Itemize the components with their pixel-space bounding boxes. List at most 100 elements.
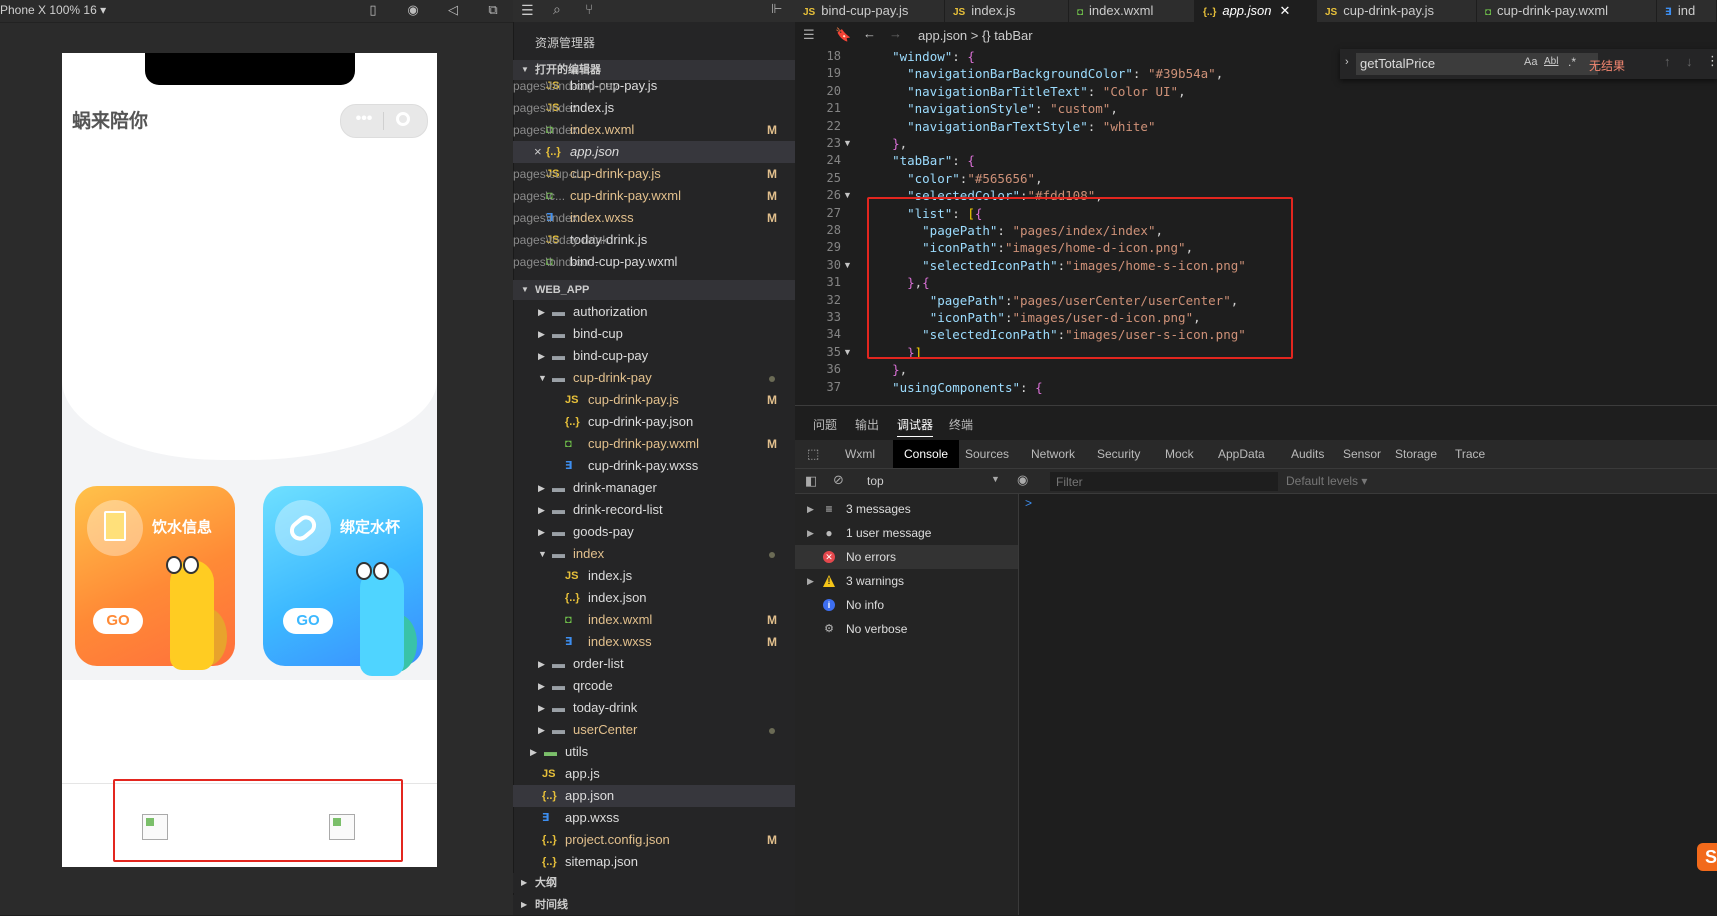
console-filter-row[interactable]: ✕ No errors [795, 545, 1018, 569]
timeline-section[interactable]: ▶ 时间线 [513, 895, 795, 915]
devtools-tab[interactable]: Mock [1165, 447, 1194, 461]
console-filter-row[interactable]: ▶ ≡ 3 messages [795, 497, 1018, 521]
record-icon[interactable]: ◉ [405, 2, 421, 18]
editor-tab[interactable]: JS cup-drink-pay.js [1317, 0, 1477, 22]
chevron-right-icon[interactable]: ▶ [538, 697, 545, 719]
editor-tab[interactable]: ∃ ind [1657, 0, 1717, 22]
close-icon[interactable]: × [534, 141, 542, 163]
fold-chevron-icon[interactable]: ▼ [843, 186, 852, 205]
previous-match-icon[interactable]: ↑ [1664, 54, 1671, 69]
folder-item[interactable]: ▶ ▬ bind-cup [513, 323, 795, 345]
file-item[interactable]: ◘ cup-drink-pay.wxml M [513, 433, 795, 455]
devtools-tab[interactable]: Wxml [845, 447, 875, 461]
sidebar-toggle-icon[interactable]: ◧ [805, 473, 817, 489]
folder-item[interactable]: ▶ ▬ order-list [513, 653, 795, 675]
open-editor-item[interactable]: × {..} app.json [513, 141, 795, 163]
chevron-right-icon[interactable]: ▶ [538, 345, 545, 367]
match-case-icon[interactable]: Aa [1524, 56, 1537, 68]
folder-item[interactable]: ▶ ▬ authorization [513, 301, 795, 323]
window-icon[interactable]: ⧉ [485, 2, 501, 18]
chevron-down-icon[interactable]: ▼ [538, 367, 547, 389]
project-section[interactable]: ▼ WEB_APP [513, 280, 795, 300]
fold-chevron-icon[interactable]: ▼ [843, 134, 852, 153]
console-filter-row[interactable]: i No info [795, 593, 1018, 617]
drink-go-button[interactable]: GO [93, 608, 143, 634]
console-prompt[interactable]: > [1025, 496, 1032, 510]
chevron-down-icon[interactable]: ▼ [538, 543, 547, 565]
open-editor-item[interactable]: ∃ index.wxss pages\index M [513, 207, 795, 229]
file-item[interactable]: ∃ app.wxss [513, 807, 795, 829]
folder-item[interactable]: ▶ ▬ qrcode [513, 675, 795, 697]
editor-tab[interactable]: ◘ index.wxml [1069, 0, 1195, 22]
file-item[interactable]: {..} app.json [513, 785, 795, 807]
chevron-right-icon[interactable]: ▶ [530, 741, 537, 763]
folder-item[interactable]: ▶ ▬ goods-pay [513, 521, 795, 543]
panel-tab[interactable]: 问题 [813, 416, 837, 433]
editor-tab[interactable]: ◘ cup-drink-pay.wxml [1477, 0, 1657, 22]
chevron-right-icon[interactable]: ▶ [538, 521, 545, 543]
search-icon[interactable]: ⌕ [553, 1, 561, 18]
chevron-right-icon[interactable]: ▶ [538, 301, 545, 323]
files-icon[interactable]: ☰ [521, 2, 534, 19]
chevron-right-icon[interactable]: › [1345, 56, 1349, 68]
folder-item[interactable]: ▶ ▬ userCenter [513, 719, 795, 741]
context-dropdown-icon[interactable]: ▼ [991, 474, 1000, 484]
console-filter-row[interactable]: ⚙ No verbose [795, 617, 1018, 641]
clear-console-icon[interactable]: ⊘ [833, 472, 844, 488]
breadcrumb[interactable]: app.json > {} tabBar [918, 28, 1033, 43]
chevron-right-icon[interactable]: ▶ [538, 499, 545, 521]
file-item[interactable]: JS cup-drink-pay.js M [513, 389, 795, 411]
split-icon[interactable]: ⊩ [771, 1, 782, 17]
chevron-right-icon[interactable]: ▶ [538, 675, 545, 697]
devtools-tab[interactable]: Storage [1395, 447, 1437, 461]
devtools-tab[interactable]: Trace [1455, 447, 1485, 461]
panel-tab[interactable]: 调试器 [897, 416, 934, 437]
sogou-ime-icon[interactable]: S [1697, 843, 1717, 871]
devtools-tab[interactable]: AppData [1218, 447, 1265, 461]
editor-tab[interactable]: JS bind-cup-pay.js [795, 0, 945, 22]
console-filter-row[interactable]: ▶! 3 warnings [795, 569, 1018, 593]
inspect-icon[interactable]: ⬚ [807, 446, 819, 462]
file-item[interactable]: ∃ cup-drink-pay.wxss [513, 455, 795, 477]
folder-item[interactable]: ▼ ▬ cup-drink-pay [513, 367, 795, 389]
folder-item[interactable]: ▼ ▬ index [513, 543, 795, 565]
file-item[interactable]: ∃ index.wxss M [513, 631, 795, 653]
open-editor-item[interactable]: JS bind-cup-pay.js pages\bind-cup-pay [513, 75, 795, 97]
outline-section[interactable]: ▶ 大纲 [513, 873, 795, 893]
file-item[interactable]: JS index.js [513, 565, 795, 587]
close-icon[interactable]: ✕ [1280, 3, 1291, 18]
close-icon[interactable] [396, 112, 410, 126]
bind-go-button[interactable]: GO [283, 608, 333, 634]
regex-icon[interactable]: .* [1568, 55, 1576, 69]
file-item[interactable]: {..} sitemap.json [513, 851, 795, 873]
devtools-tab[interactable]: Sensor [1343, 447, 1381, 461]
phone-icon[interactable]: ▯ [365, 2, 381, 18]
editor-tab[interactable]: JS index.js [945, 0, 1069, 22]
back-icon[interactable]: ← [863, 26, 876, 41]
chevron-right-icon[interactable]: ▶ [538, 323, 545, 345]
devtools-tab[interactable]: Network [1031, 447, 1075, 461]
find-input[interactable] [1356, 53, 1598, 75]
log-levels-dropdown[interactable]: Default levels ▾ [1286, 474, 1367, 488]
file-item[interactable]: {..} cup-drink-pay.json [513, 411, 795, 433]
chevron-right-icon[interactable]: ▶ [807, 569, 814, 593]
folder-item[interactable]: ▶ ▬ drink-record-list [513, 499, 795, 521]
devtools-tab[interactable]: Console [893, 440, 960, 468]
open-editor-item[interactable]: ◘ bind-cup-pay.wxml pages\bind-cu... [513, 251, 795, 273]
folder-item[interactable]: ▶ ▬ bind-cup-pay [513, 345, 795, 367]
folder-item[interactable]: ▶ ▬ utils [513, 741, 795, 763]
fold-chevron-icon[interactable]: ▼ [843, 343, 852, 362]
file-item[interactable]: ◘ index.wxml M [513, 609, 795, 631]
open-editor-item[interactable]: JS cup-drink-pay.js pages\cup-d... M [513, 163, 795, 185]
forward-icon[interactable]: → [889, 26, 902, 41]
open-editor-item[interactable]: ◘ index.wxml pages\index M [513, 119, 795, 141]
eye-icon[interactable]: ◉ [1017, 472, 1028, 488]
volume-icon[interactable]: ◁ [445, 2, 461, 18]
chevron-right-icon[interactable]: ▶ [807, 521, 814, 545]
open-editor-item[interactable]: JS today-drink.js pages\today-drink [513, 229, 795, 251]
panel-tab[interactable]: 输出 [855, 416, 879, 433]
context-selector[interactable]: top [867, 474, 884, 488]
chevron-right-icon[interactable]: ▶ [538, 477, 545, 499]
list-icon[interactable]: ☰ [803, 27, 815, 43]
devtools-tab[interactable]: Security [1097, 447, 1140, 461]
